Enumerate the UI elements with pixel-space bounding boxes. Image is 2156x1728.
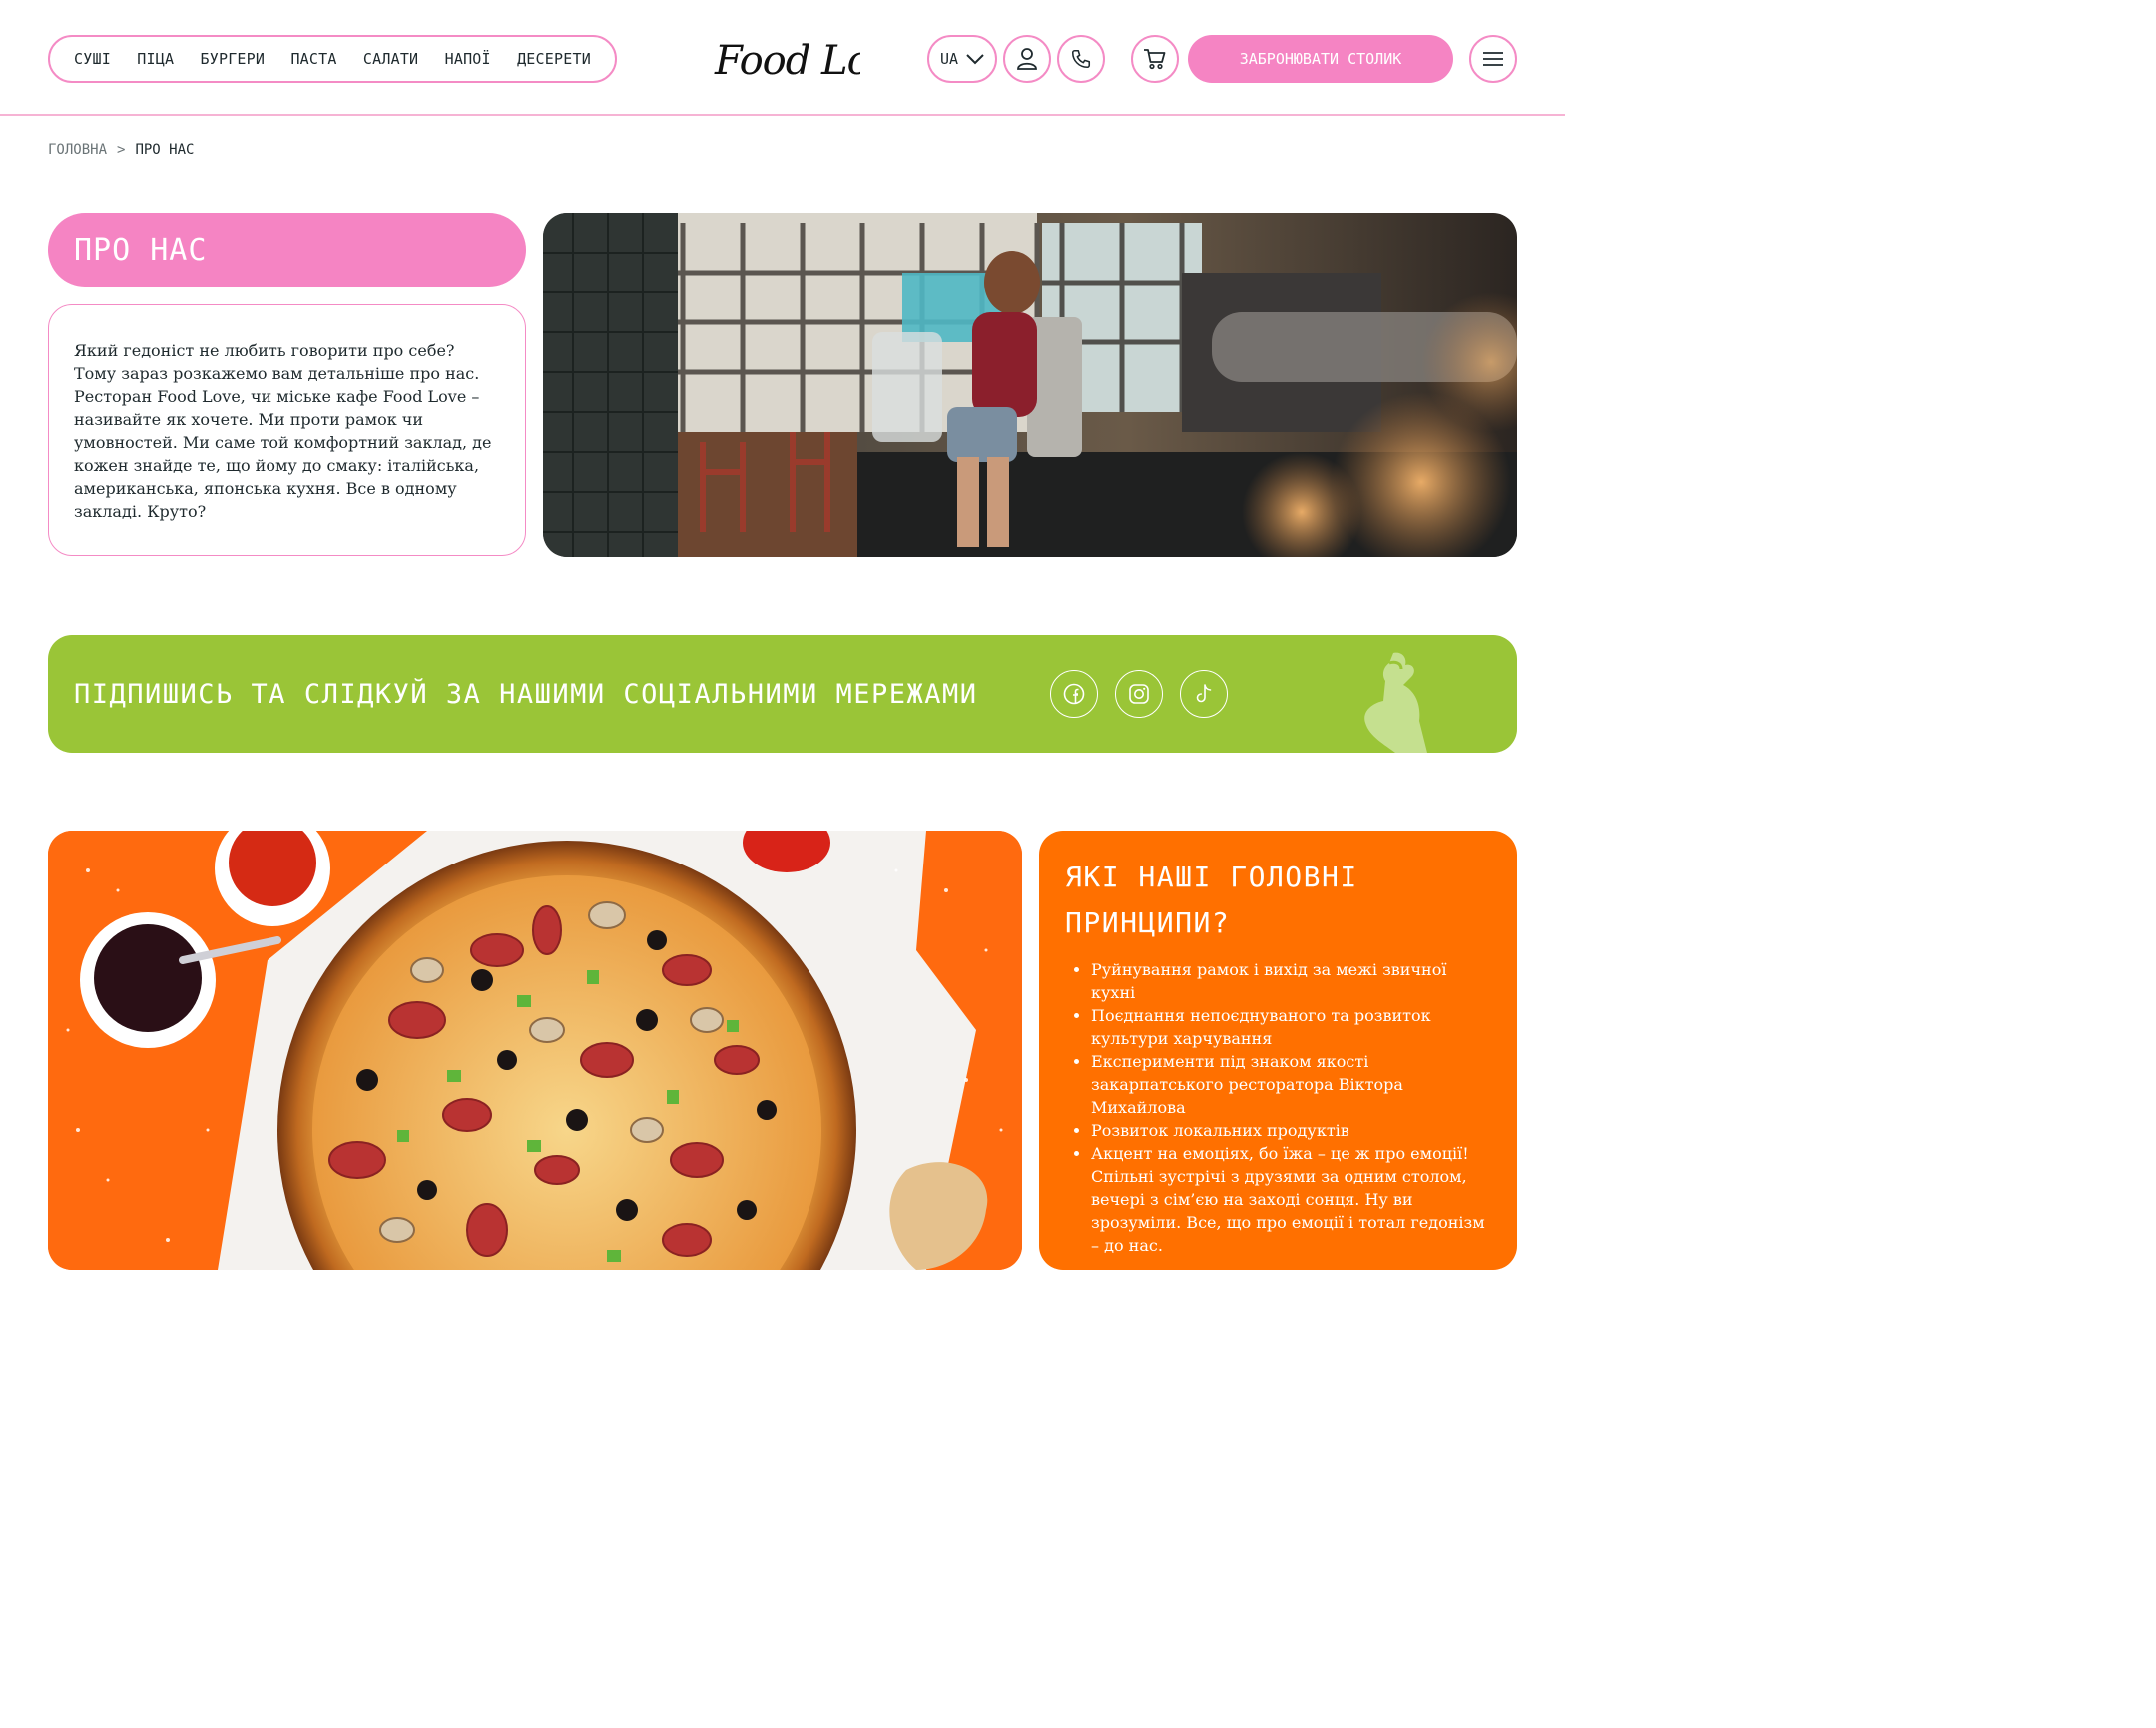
- food-love-logo[interactable]: Food Love: [711, 30, 860, 90]
- book-table-button[interactable]: ЗАБРОНЮВАТИ СТОЛИК: [1188, 35, 1453, 83]
- hamburger-menu-icon: [1483, 52, 1503, 66]
- logo-text: Food Love: [714, 38, 860, 84]
- language-value: UA: [939, 50, 959, 68]
- chevron-down-icon: [966, 54, 984, 65]
- user-icon: [1017, 48, 1037, 70]
- instagram-icon: [1129, 684, 1149, 704]
- nav-item-desserts[interactable]: ДЕСЕРЕТИ: [517, 50, 591, 68]
- facebook-icon: [1063, 683, 1085, 705]
- tiktok-button[interactable]: [1180, 670, 1228, 718]
- page-title: ПРО НАС: [48, 213, 526, 287]
- tiktok-icon: [1196, 684, 1212, 703]
- nav-item-sushi[interactable]: СУШІ: [74, 50, 111, 68]
- breadcrumb-separator: >: [117, 142, 126, 158]
- nav-item-pasta[interactable]: ПАСТА: [290, 50, 336, 68]
- principle-item: Руйнування рамок і вихід за межі звичної…: [1091, 958, 1491, 1004]
- nav-item-drinks[interactable]: НАПОЇ: [445, 50, 491, 68]
- menu-button[interactable]: [1469, 35, 1517, 83]
- nav-item-burgers[interactable]: БУРГЕРИ: [201, 50, 266, 68]
- principle-item: Акцент на емоціях, бо їжа – це ж про емо…: [1091, 1142, 1491, 1257]
- social-banner: ПІДПИШИСЬ ТА СЛІДКУЙ ЗА НАШИМИ СОЦІАЛЬНИ…: [48, 635, 1517, 753]
- nav-item-pizza[interactable]: ПІЦА: [137, 50, 174, 68]
- principles-card: ЯКІ НАШІ ГОЛОВНІ ПРИНЦИПИ? Руйнування ра…: [1039, 831, 1517, 1270]
- phone-icon: [1071, 49, 1091, 69]
- social-banner-text: ПІДПИШИСЬ ТА СЛІДКУЙ ЗА НАШИМИ СОЦІАЛЬНИ…: [74, 678, 978, 710]
- facebook-button[interactable]: [1050, 670, 1098, 718]
- principle-item: Експерименти під знаком якості закарпатс…: [1091, 1050, 1491, 1119]
- about-description: Який гедоніст не любить говорити про себ…: [48, 304, 526, 556]
- finger-heart-icon: [1364, 652, 1427, 753]
- category-nav: СУШІ ПІЦА БУРГЕРИ ПАСТА САЛАТИ НАПОЇ ДЕС…: [48, 35, 617, 83]
- instagram-button[interactable]: [1115, 670, 1163, 718]
- pizza-photo: [48, 831, 1022, 1270]
- site-header: СУШІ ПІЦА БУРГЕРИ ПАСТА САЛАТИ НАПОЇ ДЕС…: [0, 0, 1565, 116]
- principles-title: ЯКІ НАШІ ГОЛОВНІ ПРИНЦИПИ?: [1065, 861, 1358, 939]
- nav-item-salads[interactable]: САЛАТИ: [363, 50, 418, 68]
- cart-button[interactable]: [1131, 35, 1179, 83]
- account-button[interactable]: [1003, 35, 1051, 83]
- language-select[interactable]: UA: [927, 35, 997, 83]
- breadcrumb-current: ПРО НАС: [135, 142, 195, 158]
- breadcrumb: ГОЛОВНА > ПРО НАС: [48, 142, 194, 158]
- principle-item: Розвиток локальних продуктів: [1091, 1119, 1491, 1142]
- cart-icon: [1144, 49, 1166, 70]
- principle-item: Поєднання непоєднуваного та розвиток кул…: [1091, 1004, 1491, 1050]
- phone-button[interactable]: [1057, 35, 1105, 83]
- breadcrumb-home[interactable]: ГОЛОВНА: [48, 142, 107, 158]
- cafe-interior-photo: [543, 213, 1517, 557]
- principles-list: Руйнування рамок і вихід за межі звичної…: [1065, 958, 1491, 1257]
